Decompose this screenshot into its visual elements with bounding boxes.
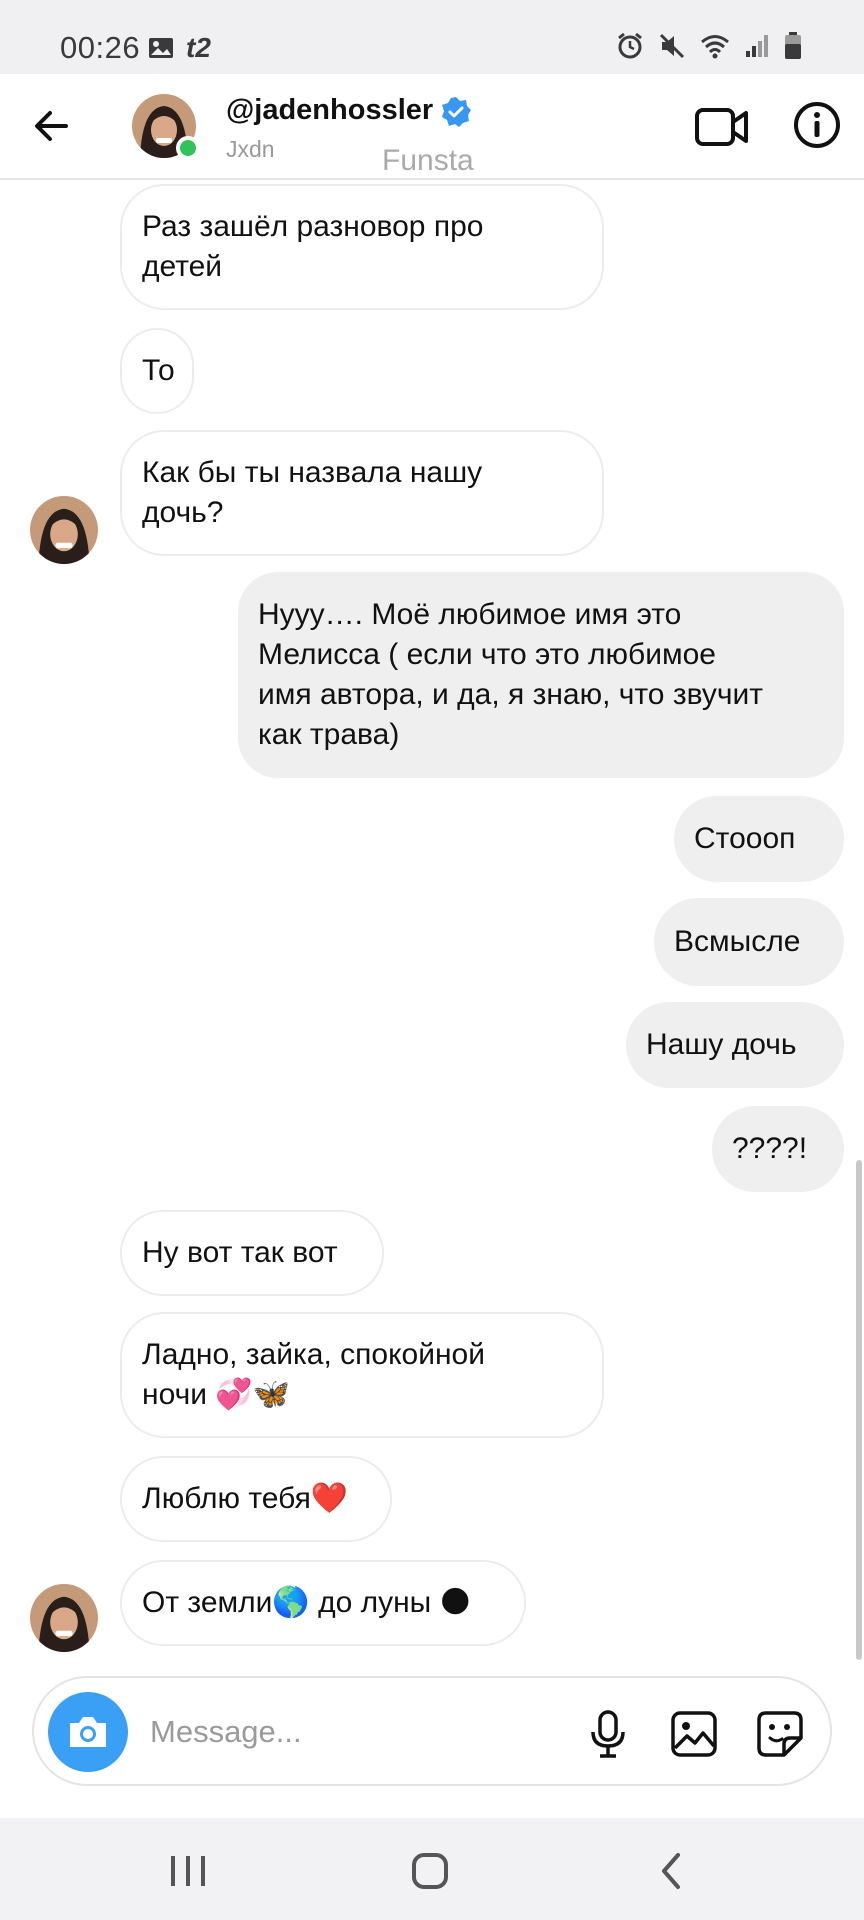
message-line: ????! [732,1132,808,1165]
status-left-icons: t2 [148,32,211,64]
online-status-dot [176,136,200,160]
message-composer [32,1676,832,1786]
status-right-icons [616,32,802,60]
message-bubble-outgoing[interactable]: Стоооп [674,796,844,882]
message-line: То [142,354,175,387]
alarm-icon [618,32,642,59]
message-line: Раз зашёл разновор про [142,210,484,243]
header-avatar[interactable] [132,94,200,160]
wifi-icon [701,35,729,59]
message-input[interactable] [150,1708,470,1756]
info-icon[interactable] [792,100,842,150]
message-line: От земли🌎 до луны 🌑 [142,1586,471,1619]
message-bubble-outgoing[interactable]: Всмысле [654,898,844,986]
message-line: Ну вот так вот [142,1236,338,1269]
message-line: ночи 💞🦋 [142,1378,291,1411]
message-line: как трава) [258,718,400,751]
status-bar: 00:26 t2 [0,0,864,74]
header-display-name: Jxdn [226,136,275,162]
image-icon [149,38,173,58]
back-nav-icon[interactable] [642,1846,702,1896]
message-line: Как бы ты назвала нашу [142,456,483,489]
recent-apps-icon[interactable] [158,1846,218,1896]
avatar[interactable] [30,496,98,564]
message-bubble-incoming[interactable]: То [120,328,194,414]
carrier-label: t2 [186,32,211,63]
back-arrow-icon[interactable] [30,104,74,148]
sticker-icon[interactable] [754,1708,806,1760]
mute-icon [659,33,685,59]
message-line: имя автора, и да, я знаю, что звучит [258,678,763,711]
message-line: Люблю тебя❤️ [142,1482,349,1515]
camera-button[interactable] [48,1692,128,1772]
status-time: 00:26 [60,30,141,65]
message-line: Стоооп [694,822,796,855]
message-bubble-incoming[interactable]: Ладно, зайка, спокойной ночи 💞🦋 [120,1312,604,1438]
message-line: Ладно, зайка, спокойной [142,1338,485,1371]
microphone-icon[interactable] [582,1708,634,1760]
home-icon[interactable] [400,1846,460,1896]
message-bubble-incoming[interactable]: От земли🌎 до луны 🌑 [120,1560,526,1646]
message-bubble-incoming[interactable]: Раз зашёл разновор про детей [120,184,604,310]
message-bubble-outgoing[interactable]: Нашу дочь [626,1002,844,1088]
message-bubble-incoming[interactable]: Люблю тебя❤️ [120,1456,392,1542]
system-nav-bar [0,1818,864,1920]
scrollbar[interactable] [856,1160,862,1660]
header-overlay-text: Funsta [382,144,474,177]
gallery-icon[interactable] [668,1708,720,1760]
video-call-icon[interactable] [694,102,750,152]
message-line: дочь? [142,496,224,529]
message-line: Нашу дочь [646,1028,797,1061]
message-bubble-incoming[interactable]: Как бы ты назвала нашу дочь? [120,430,604,556]
message-line: Всмысле [674,925,801,958]
message-line: Нууу…. Моё любимое имя это [258,598,682,631]
message-line: Мелисса ( если что это любимое [258,638,716,671]
camera-icon [70,1717,106,1747]
battery-icon [785,32,801,59]
chat-header: @jadenhossler Jxdn Funsta [0,74,864,180]
message-bubble-outgoing[interactable]: ????! [712,1106,844,1192]
message-bubble-incoming[interactable]: Ну вот так вот [120,1210,384,1296]
avatar[interactable] [30,1584,98,1652]
message-bubble-outgoing[interactable]: Нууу…. Моё любимое имя это Мелисса ( есл… [238,572,844,778]
header-username[interactable]: @jadenhossler [226,94,433,127]
verified-badge-icon [442,97,471,127]
signal-icon [746,35,768,57]
message-line: детей [142,250,223,283]
